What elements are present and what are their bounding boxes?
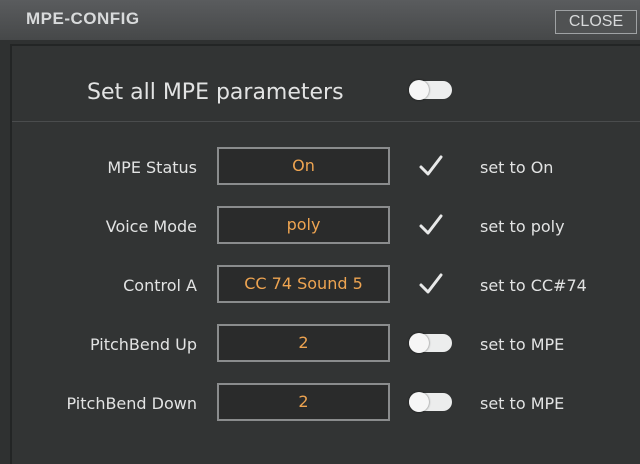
pitchbend-down-field[interactable]: 2	[217, 383, 390, 421]
mpe-status-field[interactable]: On	[217, 147, 390, 185]
checkmark-icon	[419, 214, 443, 235]
control-a-field[interactable]: CC 74 Sound 5	[217, 265, 390, 303]
pitchbend-up-toggle[interactable]	[409, 333, 452, 353]
pitchbend-down-toggle[interactable]	[409, 392, 452, 412]
window-title: MPE-CONFIG	[26, 9, 140, 28]
checkmark-icon	[419, 155, 443, 176]
toggle-knob	[409, 80, 429, 100]
row-label-pitchbend-up: PitchBend Up	[89, 335, 197, 354]
close-button[interactable]: CLOSE	[555, 10, 637, 34]
checkmark-icon	[419, 273, 443, 294]
title-bar: MPE-CONFIG CLOSE	[0, 0, 640, 40]
set-all-toggle[interactable]	[409, 80, 452, 100]
voice-mode-field[interactable]: poly	[217, 206, 390, 244]
row-status-mpe-status: set to On	[480, 158, 554, 177]
divider	[12, 121, 640, 122]
row-status-pitchbend-down: set to MPE	[480, 394, 565, 413]
pitchbend-up-field[interactable]: 2	[217, 324, 390, 362]
row-status-control-a: set to CC#74	[480, 276, 587, 295]
row-label-control-a: Control A	[123, 276, 197, 295]
toggle-knob	[409, 392, 429, 412]
row-label-mpe-status: MPE Status	[107, 158, 197, 177]
set-all-label: Set all MPE parameters	[87, 80, 344, 105]
row-status-pitchbend-up: set to MPE	[480, 335, 565, 354]
toggle-knob	[409, 333, 429, 353]
row-status-voice-mode: set to poly	[480, 217, 565, 236]
row-label-voice-mode: Voice Mode	[105, 217, 197, 236]
row-label-pitchbend-down: PitchBend Down	[66, 394, 198, 413]
